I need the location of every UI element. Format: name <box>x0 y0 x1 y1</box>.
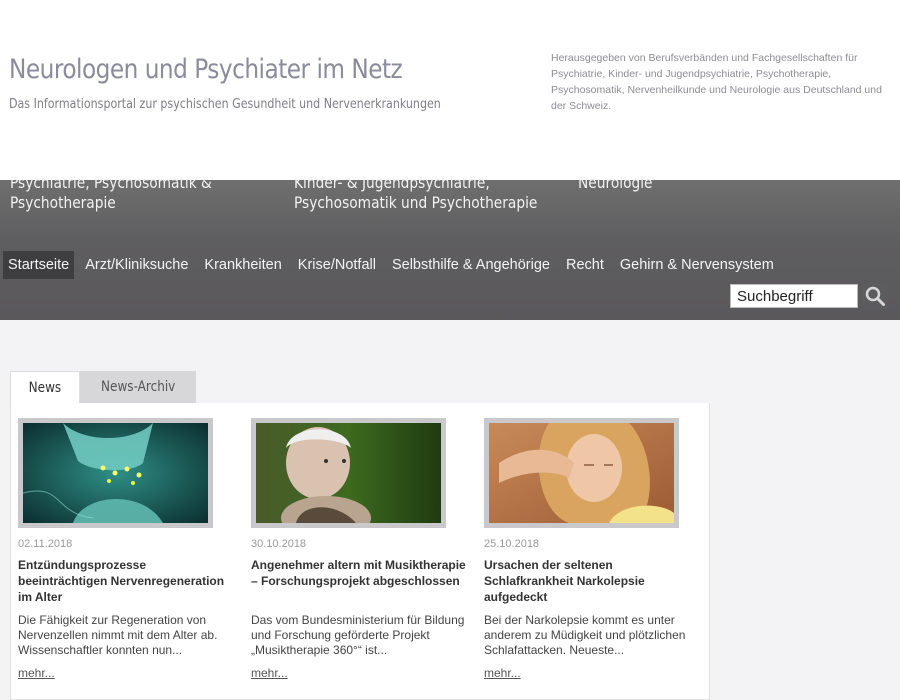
search-input[interactable] <box>730 284 858 308</box>
news-item: 02.11.2018 Entzündungsprozesse beeinträc… <box>18 418 233 682</box>
nav-item-krankheiten[interactable]: Krankheiten <box>199 251 286 279</box>
nav-item-gehirn-nervensystem[interactable]: Gehirn & Nervensystem <box>615 251 779 279</box>
news-teaser: Bei der Narkolepsie kommt es unter ander… <box>484 613 686 657</box>
search-button[interactable] <box>862 283 888 309</box>
news-date: 02.11.2018 <box>18 538 73 550</box>
category-neurologie[interactable]: Neurologie <box>578 173 653 193</box>
news-tabs: News News-Archiv <box>10 371 197 404</box>
category-kinder-jugendpsychiatrie[interactable]: Kinder- & Jugendpsychiatrie, Psychosomat… <box>294 173 537 213</box>
elderly-man-image <box>256 423 441 523</box>
tab-news-archiv[interactable]: News-Archiv <box>79 371 197 404</box>
news-panel: 02.11.2018 Entzündungsprozesse beeinträc… <box>10 403 710 700</box>
nav-item-recht[interactable]: Recht <box>561 251 609 279</box>
nav-item-krise-notfall[interactable]: Krise/Notfall <box>293 251 381 279</box>
news-image-frame[interactable] <box>251 418 446 528</box>
news-date: 25.10.2018 <box>484 538 540 550</box>
main-nav: Startseite Arzt/Kliniksuche Krankheiten … <box>3 251 785 279</box>
news-item: 25.10.2018 Ursachen der seltenen Schlafk… <box>484 418 699 682</box>
news-image-frame[interactable] <box>18 418 213 528</box>
news-title[interactable]: Angenehmer altern mit Musiktherapie – Fo… <box>251 557 466 605</box>
tired-woman-image <box>489 423 674 523</box>
site-title[interactable]: Neurologen und Psychiater im Netz <box>9 54 403 85</box>
nav-item-selbsthilfe[interactable]: Selbsthilfe & Angehörige <box>387 251 555 279</box>
news-more-link[interactable]: mehr... <box>251 666 288 680</box>
nav-item-startseite[interactable]: Startseite <box>3 251 75 279</box>
news-teaser: Das vom Bundesministerium für Bildung un… <box>251 613 465 657</box>
news-more-link[interactable]: mehr... <box>18 666 55 680</box>
nav-item-arzt-kliniksuche[interactable]: Arzt/Kliniksuche <box>80 251 193 279</box>
main-navigation-band: Psychiatrie, Psychosomatik & Psychothera… <box>0 173 900 320</box>
news-date: 30.10.2018 <box>251 538 307 550</box>
site-subtitle: Das Informationsportal zur psychischen G… <box>9 96 441 112</box>
tab-news[interactable]: News <box>10 371 80 404</box>
news-image-frame[interactable] <box>484 418 679 528</box>
news-item: 30.10.2018 Angenehmer altern mit Musikth… <box>251 418 466 682</box>
magnifier-icon <box>865 286 885 306</box>
news-more-link[interactable]: mehr... <box>484 666 521 680</box>
synapse-image <box>23 423 208 523</box>
news-title[interactable]: Entzündungsprozesse beeinträchtigen Nerv… <box>18 557 233 605</box>
news-teaser: Die Fähigkeit zur Regeneration von Nerve… <box>18 613 218 657</box>
site-header: Neurologen und Psychiater im Netz Das In… <box>0 0 900 180</box>
news-title[interactable]: Ursachen der seltenen Schlafkrankheit Na… <box>484 557 699 605</box>
category-psychiatrie[interactable]: Psychiatrie, Psychosomatik & Psychothera… <box>10 173 212 213</box>
publisher-note: Herausgegeben von Berufsverbänden und Fa… <box>551 52 882 112</box>
